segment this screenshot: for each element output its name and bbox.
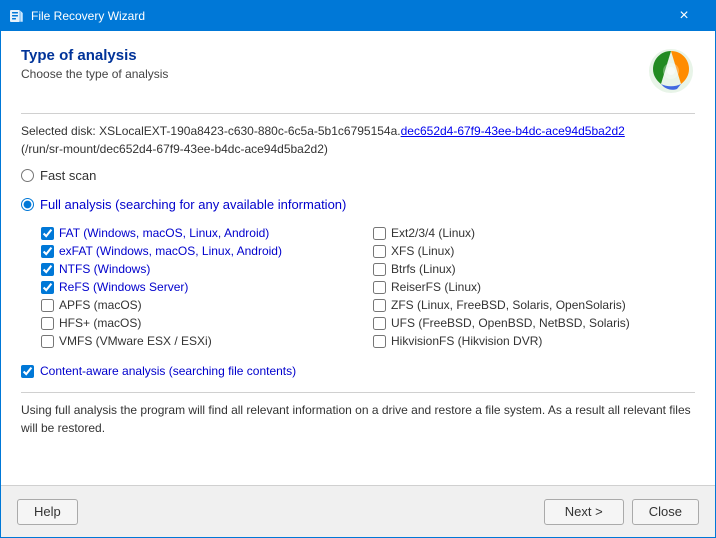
cb-ufs[interactable]: UFS (FreeBSD, OpenBSD, NetBSD, Solaris) [373, 316, 695, 330]
content-area: Type of analysis Choose the type of anal… [1, 31, 715, 485]
full-analysis-radio[interactable] [21, 198, 34, 211]
selected-disk-label: Selected disk: [21, 124, 96, 138]
content-aware-label[interactable]: Content-aware analysis (searching file c… [21, 364, 296, 378]
content-aware-section: Content-aware analysis (searching file c… [21, 364, 695, 378]
header-text: Type of analysis Choose the type of anal… [21, 47, 168, 81]
full-analysis-option: Full analysis (searching for any availab… [21, 197, 695, 220]
cb-apfs[interactable]: APFS (macOS) [41, 298, 363, 312]
footer-left: Help [17, 499, 544, 525]
description-content: Using full analysis the program will fin… [21, 403, 691, 435]
page-subtitle: Choose the type of analysis [21, 67, 168, 81]
content-aware-checkbox[interactable] [21, 365, 34, 378]
full-analysis-label[interactable]: Full analysis (searching for any availab… [21, 197, 695, 212]
app-logo [647, 47, 695, 95]
header-section: Type of analysis Choose the type of anal… [21, 47, 695, 95]
selected-disk-link[interactable]: dec652d4-67f9-43ee-b4dc-ace94d5ba2d2 [401, 124, 625, 138]
cb-hikvision[interactable]: HikvisionFS (Hikvision DVR) [373, 334, 695, 348]
close-window-button[interactable]: × [661, 1, 707, 31]
title-bar: File Recovery Wizard × [1, 1, 715, 31]
cb-fat[interactable]: FAT (Windows, macOS, Linux, Android) [41, 226, 363, 240]
full-analysis-text: Full analysis (searching for any availab… [40, 197, 346, 212]
cb-hfsplus[interactable]: HFS+ (macOS) [41, 316, 363, 330]
header-divider [21, 113, 695, 114]
selected-disk-name: XSLocalEXT-190a8423-c630-880c-6c5a-5b1c6… [99, 124, 401, 138]
app-icon [9, 8, 25, 24]
cb-xfs[interactable]: XFS (Linux) [373, 244, 695, 258]
filesystem-checkboxes: FAT (Windows, macOS, Linux, Android) Ext… [41, 226, 695, 348]
fast-scan-radio[interactable] [21, 169, 34, 182]
main-window: File Recovery Wizard × Type of analysis … [0, 0, 716, 538]
cb-zfs[interactable]: ZFS (Linux, FreeBSD, Solaris, OpenSolari… [373, 298, 695, 312]
selected-disk-info: Selected disk: XSLocalEXT-190a8423-c630-… [21, 122, 695, 158]
cb-btrfs[interactable]: Btrfs (Linux) [373, 262, 695, 276]
cb-ntfs[interactable]: NTFS (Windows) [41, 262, 363, 276]
footer: Help Next > Close [1, 485, 715, 537]
window-title: File Recovery Wizard [31, 9, 661, 23]
cb-refs[interactable]: ReFS (Windows Server) [41, 280, 363, 294]
help-button[interactable]: Help [17, 499, 78, 525]
cb-vmfs[interactable]: VMFS (VMware ESX / ESXi) [41, 334, 363, 348]
fast-scan-option: Fast scan [21, 168, 695, 191]
cb-reiserfs[interactable]: ReiserFS (Linux) [373, 280, 695, 294]
footer-right: Next > Close [544, 499, 699, 525]
fast-scan-label[interactable]: Fast scan [21, 168, 695, 183]
fast-scan-text: Fast scan [40, 168, 96, 183]
cb-exfat[interactable]: exFAT (Windows, macOS, Linux, Android) [41, 244, 363, 258]
page-title: Type of analysis [21, 47, 168, 64]
selected-disk-path: (/run/sr-mount/dec652d4-67f9-43ee-b4dc-a… [21, 142, 328, 156]
content-aware-text: Content-aware analysis (searching file c… [40, 364, 296, 378]
next-button[interactable]: Next > [544, 499, 624, 525]
cb-ext234[interactable]: Ext2/3/4 (Linux) [373, 226, 695, 240]
close-button[interactable]: Close [632, 499, 699, 525]
description-text: Using full analysis the program will fin… [21, 392, 695, 437]
